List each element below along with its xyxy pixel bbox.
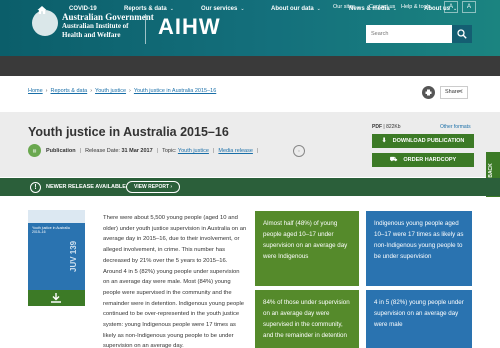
cover-series-number: JUV 139 — [69, 240, 78, 272]
fact-tile-indigenous-rate: Indigenous young people aged 10–17 were … — [366, 211, 472, 286]
institute-name-line2: Health and Welfare — [62, 31, 121, 39]
newer-release-label: NEWER RELEASE AVAILABLE — [46, 184, 126, 190]
alert-icon: ! — [30, 182, 41, 193]
fact-tile-male-share: 4 in 5 (82%) young people under supervis… — [366, 290, 472, 348]
cover-title: Youth justice in Australia 2015–16 — [32, 226, 70, 234]
fact-tile-community-supervision: 84% of those under supervision on an ave… — [255, 290, 359, 348]
report-summary: There were about 5,500 young people (age… — [103, 215, 247, 348]
chevron-down-icon: ⌄ — [169, 6, 174, 12]
publication-icon: ▤ — [28, 144, 41, 157]
nav-covid19[interactable]: COVID-19 — [69, 6, 97, 12]
download-icon — [51, 293, 61, 303]
home-icon[interactable] — [37, 5, 47, 15]
aihw-logo[interactable]: AIHW — [158, 14, 221, 40]
breadcrumb-home[interactable]: Home — [28, 88, 43, 94]
other-formats-link[interactable]: Other formats — [440, 124, 471, 130]
chevron-down-icon: ⌄ — [240, 6, 245, 12]
print-button[interactable] — [422, 86, 435, 99]
chevron-down-icon: ⌄ — [316, 6, 321, 12]
chevron-down-icon: ⌄ — [453, 6, 458, 12]
download-publication-button[interactable]: ⬇ DOWNLOAD PUBLICATION — [372, 134, 474, 148]
fact-tile-indigenous-share: Almost half (48%) of young people aged 1… — [255, 211, 359, 286]
view-report-button[interactable]: VIEW REPORT › — [126, 181, 181, 193]
report-meta: Publication | Release Date: 31 Mar 2017 | To… — [46, 148, 259, 154]
share-button[interactable]: Share ⋖ — [440, 86, 468, 99]
media-release-link[interactable]: Media release — [218, 148, 253, 154]
main-nav — [0, 56, 500, 76]
chevron-down-icon: ⌄ — [392, 6, 397, 12]
government-branding[interactable]: Australian Government Australian Institu… — [62, 13, 154, 40]
breadcrumb-reports-data[interactable]: Reports & data — [51, 88, 88, 94]
nav-about-our-data[interactable]: About our data ⌄ — [271, 6, 321, 12]
cart-icon: ⛟ — [389, 157, 398, 163]
report-cover-image[interactable]: Youth justice in Australia 2015–16 JUV 1… — [28, 210, 85, 306]
cover-download-strip[interactable] — [28, 290, 85, 306]
nav-about-us[interactable]: About us ⌄ — [424, 6, 457, 12]
nav-news-media[interactable]: News & media ⌄ — [349, 6, 397, 12]
breadcrumb-current[interactable]: Youth justice in Australia 2015–16 — [134, 88, 216, 94]
order-hardcopy-button[interactable]: ⛟ ORDER HARDCOPY — [372, 153, 474, 167]
print-icon — [425, 89, 432, 96]
share-icon: ⋖ — [457, 89, 463, 95]
pdf-info: PDF | 822Kb — [372, 124, 401, 130]
search-icon — [457, 29, 467, 39]
info-icon[interactable]: ◌ — [293, 145, 305, 157]
breadcrumb-youth-justice[interactable]: Youth justice — [95, 88, 126, 94]
header-divider — [145, 14, 146, 44]
nav-reports-data[interactable]: Reports & data ⌄ — [124, 6, 174, 12]
nav-our-services[interactable]: Our services ⌄ — [201, 6, 245, 12]
download-icon: ⬇ — [381, 138, 387, 144]
gov-name: Australian Government — [62, 12, 154, 22]
page-title: Youth justice in Australia 2015–16 — [28, 125, 229, 139]
institute-name-line1: Australian Institute of — [62, 22, 129, 30]
topic-link[interactable]: Youth justice — [178, 148, 209, 154]
font-increase-button[interactable]: A — [462, 1, 476, 13]
cover-header-strip — [28, 210, 85, 223]
breadcrumb: Home › Reports & data › Youth justice › Youth … — [28, 88, 217, 94]
report-type: Publication — [46, 148, 76, 154]
release-date: 31 Mar 2017 — [121, 148, 153, 154]
search-input[interactable] — [366, 25, 452, 43]
search-button[interactable] — [452, 25, 472, 43]
